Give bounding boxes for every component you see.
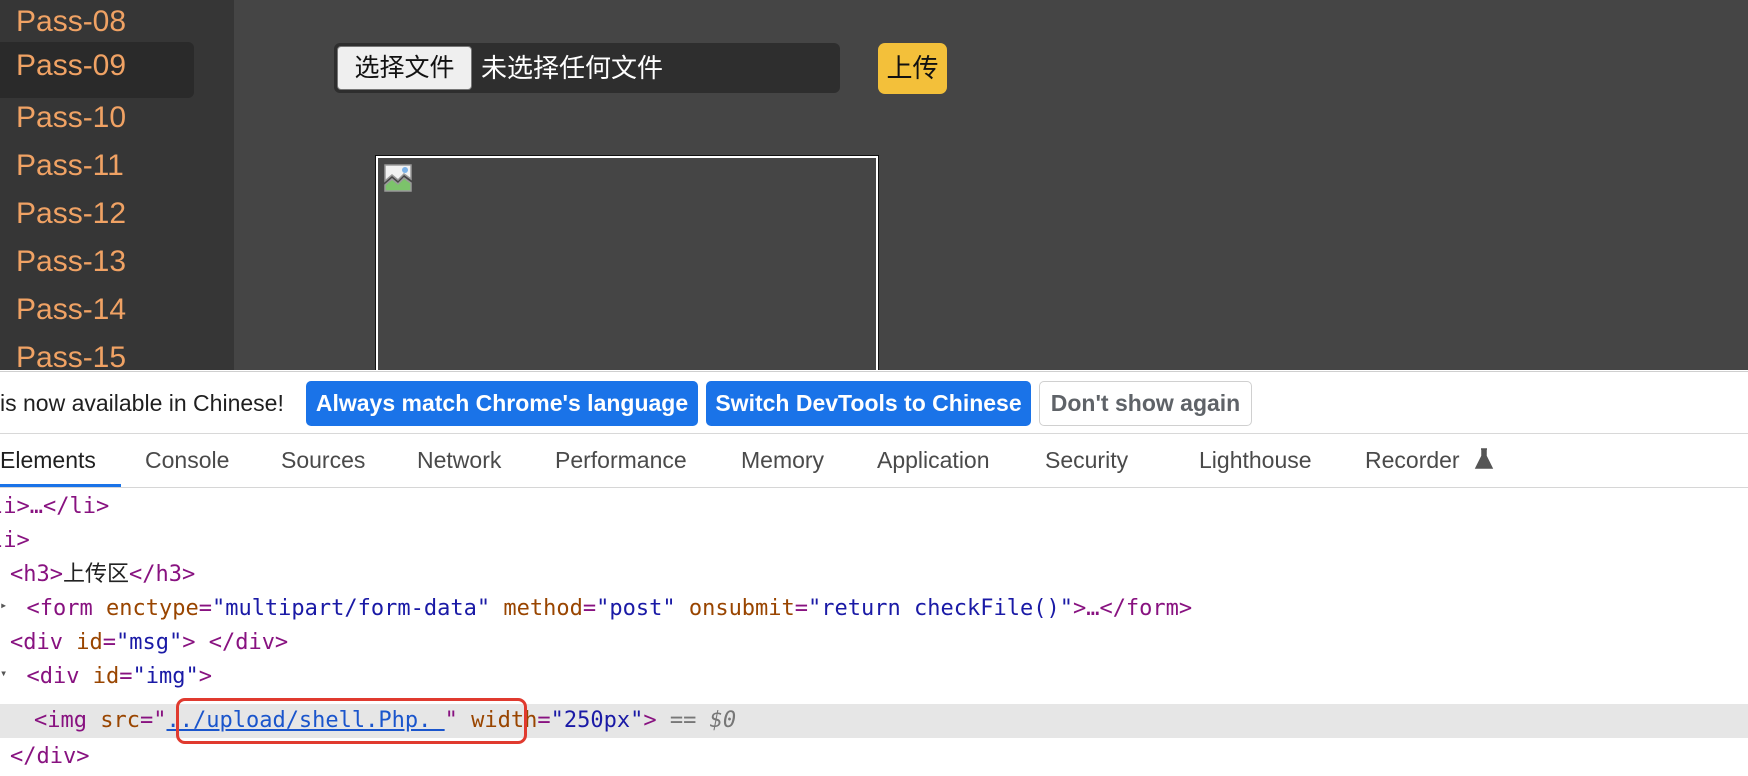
tab-console[interactable]: Console [145,434,229,487]
dom-line[interactable]: li>…</li> [0,490,1738,524]
sidebar-item-pass-15[interactable]: Pass-15 [0,334,194,370]
dom-line[interactable]: ▾ <div id="img"> [0,660,1748,694]
tab-network[interactable]: Network [417,434,501,487]
always-match-language-button[interactable]: Always match Chrome's language [306,381,698,426]
tab-recorder[interactable]: Recorder [1365,434,1460,487]
choose-file-button[interactable]: 选择文件 [337,46,472,90]
expand-arrow-icon[interactable]: ▸ [0,588,7,622]
dom-line[interactable]: ▸ <form enctype="multipart/form-data" me… [0,592,1748,626]
tab-sources[interactable]: Sources [281,434,365,487]
upload-button[interactable]: 上传 [878,43,947,94]
web-page: Pass-08 Pass-09 Pass-10 Pass-11 Pass-12 … [0,0,1748,370]
switch-devtools-chinese-button[interactable]: Switch DevTools to Chinese [706,381,1031,426]
language-message: is now available in Chinese! [0,390,284,416]
dom-line[interactable]: <div id="msg"> </div> [10,626,1748,660]
experiment-flask-icon [1474,448,1494,469]
broken-image-icon [384,164,412,192]
tab-memory[interactable]: Memory [741,434,824,487]
tab-performance[interactable]: Performance [555,434,687,487]
devtools-language-bar: is now available in Chinese! Always matc… [0,371,1748,434]
sidebar-item-pass-09[interactable]: Pass-09 [0,42,194,98]
sidebar: Pass-08 Pass-09 Pass-10 Pass-11 Pass-12 … [0,0,234,370]
tab-elements[interactable]: Elements [0,434,96,487]
dont-show-again-button[interactable]: Don't show again [1039,381,1252,426]
collapse-arrow-icon[interactable]: ▾ [0,656,7,690]
red-highlight-annotation [176,698,527,744]
dom-line[interactable]: </div> [10,740,1748,774]
dom-line[interactable]: li> [0,524,1738,558]
active-tab-indicator [0,484,121,487]
tab-application[interactable]: Application [877,434,990,487]
uploaded-image-frame [376,156,878,370]
devtools-tab-bar: Elements Console Sources Network Perform… [0,434,1748,488]
file-status-text: 未选择任何文件 [481,53,664,83]
dom-line[interactable]: <h3>上传区</h3> [10,558,1748,592]
tab-lighthouse[interactable]: Lighthouse [1199,434,1312,487]
tab-security[interactable]: Security [1045,434,1128,487]
